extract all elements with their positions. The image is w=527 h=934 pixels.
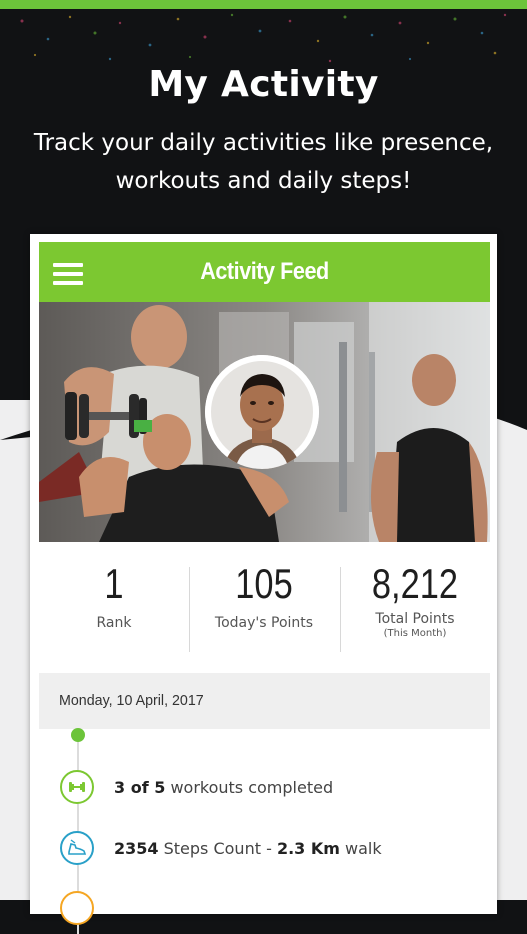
- total-points-label: Total Points: [375, 611, 455, 627]
- next-activity-icon: [60, 891, 94, 925]
- promo-subtitle-line-2: workouts and daily steps!: [115, 168, 412, 194]
- hamburger-menu-icon[interactable]: [53, 263, 83, 285]
- avatar-portrait: [205, 355, 319, 469]
- profile-avatar[interactable]: [205, 355, 319, 469]
- stat-rank: 1 Rank: [39, 559, 189, 631]
- app-title: Activity Feed: [200, 258, 329, 285]
- stat-total-points: 8,212 Total Points (This Month): [340, 559, 490, 639]
- promo-subtitle-line-1: Track your daily activities like presenc…: [33, 130, 494, 156]
- feed-item-steps: 2354 Steps Count - 2.3 Km walk: [114, 839, 382, 858]
- top-accent-bar: [0, 0, 527, 9]
- walk-distance: 2.3 Km: [276, 839, 340, 858]
- walk-text: walk: [339, 839, 382, 858]
- total-points-value: 8,212: [371, 560, 459, 607]
- rank-value: 1: [104, 560, 124, 607]
- total-points-period: (This Month): [383, 628, 447, 639]
- feed-date: Monday, 10 April, 2017: [59, 692, 204, 709]
- feed-date-header: Monday, 10 April, 2017: [39, 673, 490, 729]
- rank-label: Rank: [96, 615, 132, 631]
- phone-frame: Activity Feed 1 Rank 105 Today's Points …: [30, 234, 497, 934]
- today-points-value: 105: [235, 560, 293, 607]
- feed-item-workouts: 3 of 5 workouts completed: [114, 778, 333, 797]
- shoe-icon: [60, 831, 94, 865]
- steps-text: Steps Count -: [158, 839, 277, 858]
- today-points-label: Today's Points: [214, 615, 314, 631]
- promo-title: My Activity: [148, 64, 379, 105]
- workouts-count: 3 of 5: [114, 778, 166, 797]
- app-header: Activity Feed: [39, 242, 490, 302]
- dumbbell-icon: [60, 770, 94, 804]
- timeline-dot: [71, 728, 85, 742]
- stats-row: 1 Rank 105 Today's Points 8,212 Total Po…: [39, 559, 490, 654]
- stat-today-points: 105 Today's Points: [189, 559, 339, 631]
- workouts-text: workouts completed: [165, 778, 334, 797]
- steps-count: 2354: [114, 839, 159, 858]
- promo-subtitle: Track your daily activities like presenc…: [20, 124, 507, 200]
